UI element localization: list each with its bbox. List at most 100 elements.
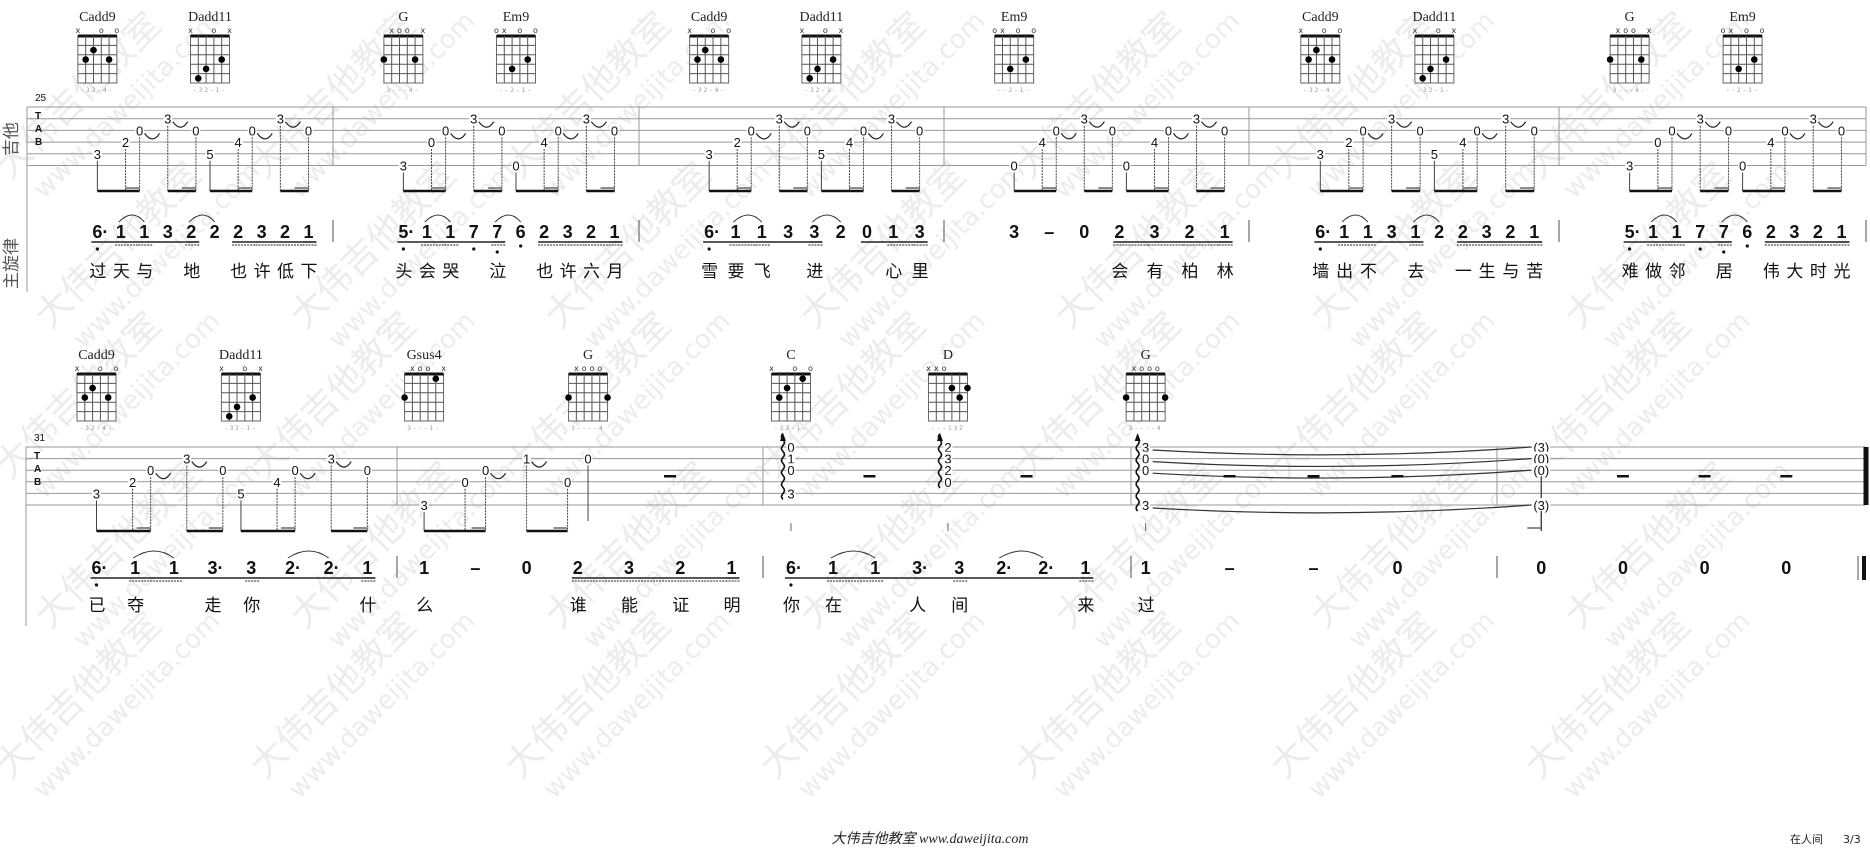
chord-fingering: --2-1-	[499, 87, 533, 94]
fret-number: 0	[1165, 123, 1172, 138]
fret-number: 3	[776, 112, 783, 127]
chord-diagram-cadd9: Cadd9x o o -32-4-	[76, 10, 120, 94]
melody-tie	[287, 550, 329, 559]
finger-dot	[1750, 56, 1758, 63]
muted-string-mark: x	[410, 364, 415, 373]
melody-note: 1	[1338, 222, 1362, 246]
jianpu-note: 1	[757, 222, 767, 242]
chord-fingering: -32-4-	[80, 425, 114, 432]
fret-number: 0	[804, 123, 811, 138]
melody-note: 6	[516, 222, 526, 248]
jianpu-note: 5·	[398, 222, 414, 242]
lyric-char: 不	[1360, 262, 1377, 282]
muted-string-mark: x	[1298, 26, 1303, 35]
jianpu-note: 1	[727, 558, 737, 578]
fret-number: 0	[1417, 123, 1424, 138]
fret-number: 0	[1739, 159, 1746, 174]
measure: Gx o o x3---4-Em9o x o o--2-1-30030040305·难1做1…	[1606, 10, 1850, 282]
open-string-mark: o	[1436, 26, 1441, 35]
melody-note: 3	[1788, 222, 1812, 246]
open-string-mark: o	[426, 364, 431, 373]
melody-note: –	[1309, 558, 1319, 578]
muted-string-mark: x	[76, 26, 81, 35]
melody-note: 3	[561, 222, 586, 246]
tab-note: 3	[786, 486, 796, 501]
lyric-char: 天	[113, 262, 130, 282]
finger-dot	[1022, 56, 1030, 63]
lyric-char: 伟	[1763, 262, 1780, 282]
jianpu-note: 6·	[1315, 222, 1331, 242]
fret-number: 3	[183, 452, 190, 467]
jianpu-note: 3	[563, 222, 573, 242]
jianpu-note: 2	[539, 222, 549, 242]
fret-number: 0	[860, 123, 867, 138]
tab-note: 2	[121, 135, 131, 191]
jianpu-note: 2	[675, 558, 685, 578]
open-string-mark: o	[597, 364, 602, 373]
chord-fingering: -32-4-	[81, 87, 115, 94]
finger-dot	[694, 56, 701, 63]
fret-number: 2	[122, 135, 129, 150]
open-string-mark: o	[405, 26, 410, 35]
tab-note: 0	[786, 463, 796, 478]
melody-note: 1	[725, 558, 740, 582]
melody-note: 2	[836, 222, 846, 242]
chord-fingering: -32-4-	[1303, 87, 1337, 94]
low-octave-dot	[94, 583, 99, 587]
muted-string-mark: x	[1616, 26, 1621, 35]
finger-dot	[90, 46, 97, 54]
chord-fingering: 3---1-	[407, 425, 441, 432]
jianpu-note: 1	[139, 222, 149, 242]
jianpu-note: 6·	[91, 558, 107, 578]
finger-dot	[1161, 394, 1169, 401]
fret-number: 0	[584, 452, 591, 467]
jianpu-note: 1	[1529, 222, 1539, 242]
finger-dot	[218, 56, 225, 63]
finger-dot	[194, 75, 202, 82]
jianpu-note: 3	[1387, 222, 1397, 242]
tab-note: (3)	[1532, 498, 1551, 531]
muted-string-mark: x	[75, 364, 80, 373]
finger-dot	[82, 56, 89, 63]
tab-note: 3	[887, 111, 913, 191]
jianpu-note: 0	[1781, 558, 1791, 578]
jianpu-note: 7	[1719, 222, 1729, 242]
fret-number: 0	[1011, 159, 1018, 174]
fret-number: 3	[1142, 498, 1149, 513]
finger-dot	[89, 384, 96, 392]
lyric-char: 间	[951, 596, 968, 616]
jianpu-note: 2·	[324, 558, 340, 578]
melody-note: 2	[1434, 222, 1444, 242]
chord-name: Dadd11	[1412, 10, 1456, 25]
fret-number: 3	[706, 147, 713, 162]
finger-dot	[432, 375, 440, 383]
tie-arc	[1510, 121, 1527, 128]
chord-diagram-cadd9: Cadd9x o o -32-4-	[687, 10, 731, 94]
lyric-char: 过	[1138, 596, 1155, 616]
open-string-mark: o	[99, 26, 104, 35]
lyric-char: 雪	[701, 262, 718, 282]
fret-number: 3	[470, 112, 477, 127]
jianpu-note: 0	[1700, 558, 1710, 578]
jianpu-note: –	[1225, 558, 1235, 578]
chord-fingering: ---132	[931, 425, 965, 432]
fret-number: 3	[1388, 112, 1395, 127]
lyric-char: 要	[727, 262, 744, 282]
finger-dot	[1735, 65, 1742, 73]
tie-arc	[450, 133, 467, 140]
rest-mark	[1020, 475, 1033, 478]
melody-note: 3	[808, 222, 823, 246]
finger-dot	[233, 403, 241, 411]
fret-number: 0	[564, 475, 571, 490]
fret-number: (0)	[1533, 463, 1549, 478]
chord-diagram-dadd11: Dadd11x o x -32-1-	[799, 10, 843, 94]
fret-number: 0	[787, 463, 794, 478]
fret-number: 0	[611, 123, 618, 138]
jianpu-note: 6·	[92, 222, 108, 242]
muted-string-mark: x	[188, 26, 193, 35]
jianpu-note: 2	[573, 558, 583, 578]
jianpu-note: 2	[1185, 222, 1195, 242]
lyric-char: 居	[1716, 262, 1733, 282]
fret-number: 0	[364, 463, 371, 478]
lyric-char: 生	[1479, 262, 1496, 282]
